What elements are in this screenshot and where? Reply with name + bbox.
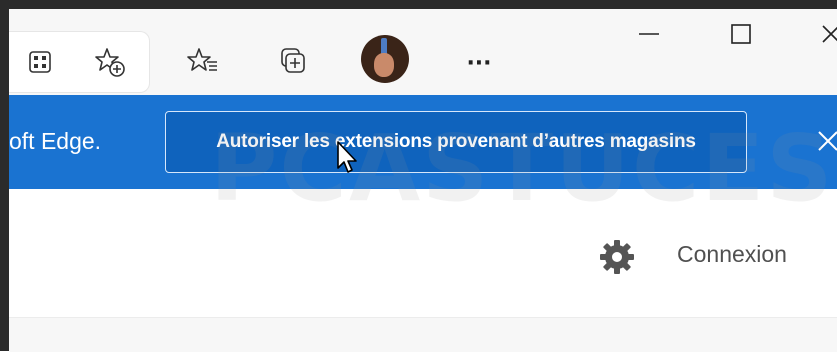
page-content: Connexion — [9, 189, 837, 352]
collections-icon[interactable] — [275, 43, 311, 79]
favorites-icon[interactable] — [185, 43, 221, 79]
close-window-button[interactable] — [801, 9, 837, 59]
maximize-button[interactable] — [711, 9, 771, 59]
profile-avatar[interactable] — [361, 35, 409, 83]
infobar-close-icon[interactable] — [813, 126, 837, 156]
mouse-cursor-icon — [336, 140, 360, 180]
infobar-message: oft Edge. — [9, 128, 102, 154]
gear-icon[interactable] — [597, 237, 637, 277]
more-icon[interactable]: ··· — [461, 45, 497, 81]
address-bar-end[interactable] — [9, 31, 150, 93]
extensions-infobar: oft Edge. Autoriser les extensions prove… — [9, 95, 837, 189]
add-favorite-icon[interactable] — [92, 44, 128, 80]
allow-extensions-button[interactable]: Autoriser les extensions provenant d’aut… — [165, 111, 747, 173]
content-section-divider — [9, 317, 837, 352]
apps-icon[interactable] — [22, 44, 58, 80]
connexion-link[interactable]: Connexion — [677, 241, 787, 268]
browser-toolbar: ··· — [9, 9, 837, 95]
minimize-button[interactable] — [619, 9, 679, 59]
